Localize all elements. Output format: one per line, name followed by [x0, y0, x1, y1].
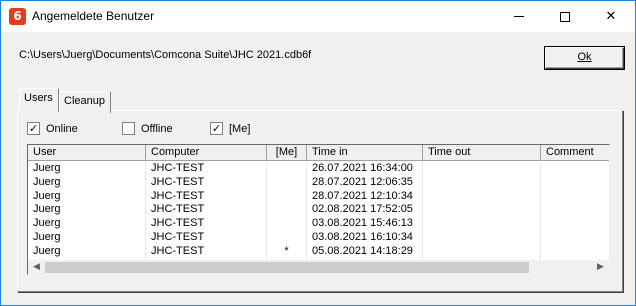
cell-time-out: [423, 189, 541, 204]
cell-time-out: [423, 244, 541, 259]
scroll-left-icon[interactable]: ◀: [28, 260, 45, 274]
table-header: User Computer [Me] Time in Time out Comm…: [28, 145, 609, 161]
dialog-window: 6 Angemeldete Benutzer ✕ C:\Users\Juerg\…: [0, 0, 636, 306]
cell-computer: JHC-TEST: [146, 189, 267, 204]
table-row[interactable]: Juerg JHC-TEST * 05.08.2021 14:18:29: [28, 244, 609, 259]
cell-comment: [541, 190, 609, 204]
cell-me: [267, 162, 307, 176]
table-row[interactable]: Juerg JHC-TEST 02.08.2021 17:52:05: [28, 203, 609, 218]
table-row[interactable]: Juerg JHC-TEST 03.08.2021 16:10:34: [28, 230, 609, 245]
cell-computer: JHC-TEST: [146, 244, 267, 259]
cell-me: [267, 230, 307, 245]
tab-users[interactable]: Users: [19, 88, 59, 112]
checkmark-icon: ✓: [210, 122, 223, 135]
title-bar[interactable]: 6 Angemeldete Benutzer ✕: [1, 1, 635, 32]
cell-user: Juerg: [28, 244, 146, 259]
minimize-icon: [514, 16, 524, 17]
cell-user: Juerg: [28, 162, 146, 176]
cell-me: *: [267, 244, 307, 259]
app-icon: 6: [9, 8, 26, 25]
column-header-time-in[interactable]: Time in: [307, 145, 423, 161]
maximize-icon: [560, 11, 570, 22]
cell-user: Juerg: [28, 189, 146, 204]
close-icon: ✕: [605, 9, 617, 24]
table-row[interactable]: Juerg JHC-TEST 26.07.2021 16:34:00: [28, 162, 609, 176]
offline-checkbox-label: Offline: [141, 122, 173, 135]
cell-time-out: [423, 230, 541, 245]
me-checkbox-label: [Me]: [229, 122, 251, 135]
cell-time-out: [423, 175, 541, 190]
cell-comment: [541, 245, 609, 259]
cell-user: Juerg: [28, 175, 146, 190]
cell-comment: [541, 162, 609, 176]
column-header-user[interactable]: User: [28, 145, 146, 161]
me-checkbox[interactable]: ✓ [Me]: [210, 122, 250, 135]
cell-computer: JHC-TEST: [146, 203, 267, 218]
cell-me: [267, 203, 307, 218]
cell-computer: JHC-TEST: [146, 162, 267, 176]
window-title: Angemeldete Benutzer: [32, 9, 155, 23]
offline-checkbox[interactable]: Offline: [122, 122, 173, 135]
cell-time-in: 02.08.2021 17:52:05: [307, 203, 423, 218]
cell-comment: [541, 217, 609, 231]
cell-computer: JHC-TEST: [146, 175, 267, 190]
cell-comment: [541, 176, 609, 190]
cell-me: [267, 217, 307, 231]
table-row[interactable]: Juerg JHC-TEST 03.08.2021 15:46:13: [28, 217, 609, 231]
online-checkbox-label: Online: [46, 122, 78, 135]
cell-computer: JHC-TEST: [146, 230, 267, 245]
cell-time-out: [423, 162, 541, 176]
horizontal-scrollbar[interactable]: ◀ ▶: [28, 260, 609, 274]
cell-user: Juerg: [28, 230, 146, 245]
users-table[interactable]: User Computer [Me] Time in Time out Comm…: [27, 144, 610, 275]
column-header-comment[interactable]: Comment: [541, 145, 609, 161]
column-header-me[interactable]: [Me]: [267, 145, 307, 161]
scrollbar-thumb[interactable]: [45, 262, 529, 273]
cell-time-in: 03.08.2021 16:10:34: [307, 230, 423, 245]
cell-time-in: 28.07.2021 12:06:35: [307, 175, 423, 190]
cell-time-in: 05.08.2021 14:18:29: [307, 244, 423, 259]
table-row[interactable]: Juerg JHC-TEST 28.07.2021 12:06:35: [28, 175, 609, 190]
cell-time-in: 26.07.2021 16:34:00: [307, 162, 423, 176]
table-row[interactable]: Juerg JHC-TEST 28.07.2021 12:10:34: [28, 189, 609, 204]
empty-checkbox-icon: [122, 122, 135, 135]
table-body: Juerg JHC-TEST 26.07.2021 16:34:00 Juerg…: [28, 162, 609, 259]
cell-time-out: [423, 217, 541, 231]
cell-me: [267, 189, 307, 204]
tab-cleanup[interactable]: Cleanup: [59, 91, 111, 113]
maximize-button[interactable]: [542, 1, 588, 32]
column-header-time-out[interactable]: Time out: [423, 145, 541, 161]
cell-time-in: 28.07.2021 12:10:34: [307, 189, 423, 204]
cell-user: Juerg: [28, 203, 146, 218]
close-button[interactable]: ✕: [588, 1, 634, 32]
cell-time-in: 03.08.2021 15:46:13: [307, 217, 423, 231]
checkmark-icon: ✓: [27, 122, 40, 135]
cell-comment: [541, 203, 609, 217]
database-path: C:\Users\Juerg\Documents\Comcona Suite\J…: [19, 49, 312, 61]
cell-computer: JHC-TEST: [146, 217, 267, 231]
online-checkbox[interactable]: ✓ Online: [27, 122, 78, 135]
cell-user: Juerg: [28, 217, 146, 231]
cell-me: [267, 175, 307, 190]
minimize-button[interactable]: [496, 1, 542, 32]
scroll-right-icon[interactable]: ▶: [592, 260, 609, 274]
column-header-computer[interactable]: Computer: [146, 145, 267, 161]
ok-button-label: Ok: [577, 51, 592, 63]
ok-button[interactable]: Ok: [545, 47, 624, 69]
cell-time-out: [423, 203, 541, 218]
cell-comment: [541, 231, 609, 245]
